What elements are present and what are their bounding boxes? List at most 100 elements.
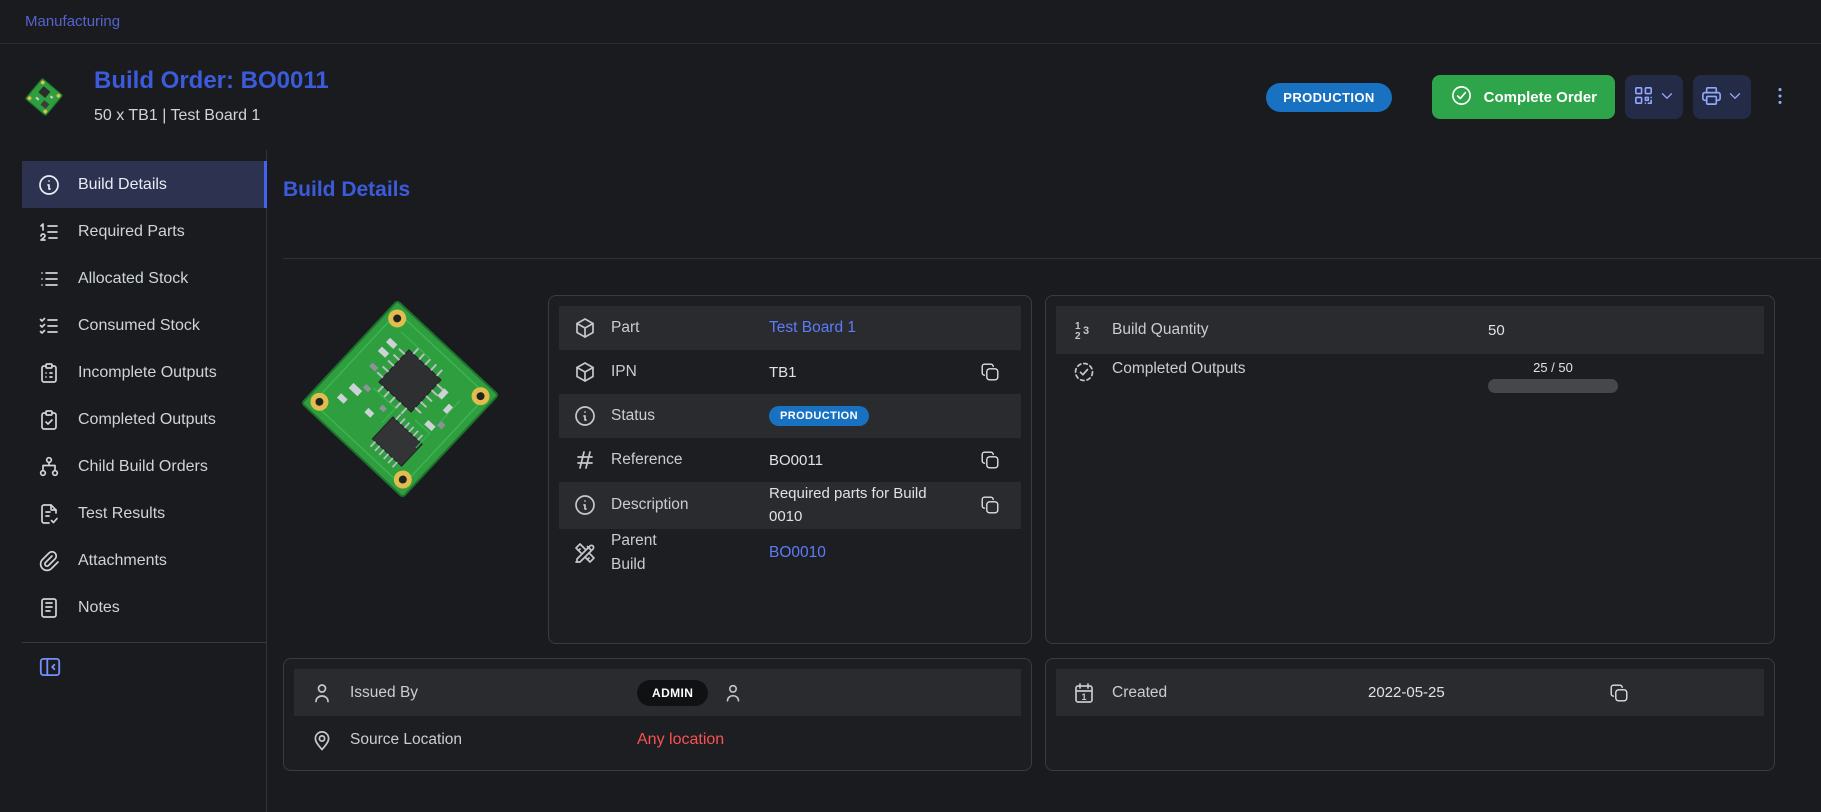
field-label: IPN xyxy=(611,363,769,381)
sidebar-item-consumed-stock[interactable]: Consumed Stock xyxy=(22,302,266,349)
detail-row-parent-build: Parent BuildBO0010 xyxy=(559,529,1021,577)
sidebar-item-label: Completed Outputs xyxy=(78,411,216,429)
sidebar-item-label: Allocated Stock xyxy=(78,270,188,288)
detail-row-ipn: IPNTB1 xyxy=(559,350,1021,394)
breadcrumb: Manufacturing xyxy=(0,0,1821,44)
sidebar-item-label: Required Parts xyxy=(78,223,185,241)
svg-text:3: 3 xyxy=(1083,325,1089,337)
detail-row-reference: ReferenceBO0011 xyxy=(559,438,1021,482)
field-label: Part xyxy=(611,319,769,337)
sidebar-item-attachments[interactable]: Attachments xyxy=(22,537,266,584)
sidebar-item-incomplete-outputs[interactable]: Incomplete Outputs xyxy=(22,349,266,396)
created-table: 1Created2022-05-25 xyxy=(1045,658,1775,771)
field-label: Status xyxy=(611,407,769,425)
clipboard-list-icon xyxy=(37,361,61,385)
info-circle-icon xyxy=(559,493,611,517)
build-stats-table: 123Build Quantity50 Completed Outputs25 /… xyxy=(1045,295,1775,644)
box-icon xyxy=(559,360,611,384)
list-icon xyxy=(37,267,61,291)
detail-row-status: StatusPRODUCTION xyxy=(559,394,1021,438)
user-icon xyxy=(294,681,350,705)
overflow-menu-button[interactable] xyxy=(1765,81,1795,114)
stat-row-build-quantity: 123Build Quantity50 xyxy=(1056,306,1764,354)
sitemap-icon xyxy=(37,455,61,479)
part-thumbnail[interactable] xyxy=(22,72,66,122)
copy-button[interactable] xyxy=(979,494,1001,516)
calendar-icon: 1 xyxy=(1056,681,1112,705)
dots-vertical-icon xyxy=(1769,95,1791,110)
copy-button[interactable] xyxy=(979,449,1001,471)
list-check-icon xyxy=(37,314,61,338)
sidebar-collapse-button[interactable] xyxy=(22,652,76,683)
sidebar-item-label: Test Results xyxy=(78,505,165,523)
sidebar-item-label: Consumed Stock xyxy=(78,317,200,335)
paperclip-icon xyxy=(37,549,61,573)
clipboard-check-icon xyxy=(37,408,61,432)
part-image[interactable] xyxy=(283,295,548,644)
status-badge: PRODUCTION xyxy=(1266,83,1391,112)
field-value: PRODUCTION xyxy=(769,406,979,426)
complete-order-button[interactable]: Complete Order xyxy=(1432,75,1615,119)
sidebar-item-test-results[interactable]: Test Results xyxy=(22,490,266,537)
heading-divider xyxy=(283,258,1821,259)
qr-actions-button[interactable] xyxy=(1625,75,1683,119)
copy-button[interactable] xyxy=(1608,682,1630,704)
issued-row-source-location: Source LocationAny location xyxy=(294,716,1021,763)
list-numbers-icon xyxy=(37,220,61,244)
field-value: Any location xyxy=(637,731,1021,749)
tools-icon xyxy=(559,541,611,565)
sidebar-item-completed-outputs[interactable]: Completed Outputs xyxy=(22,396,266,443)
numbers-123-icon: 123 xyxy=(1056,318,1112,342)
user-icon xyxy=(722,684,744,701)
file-check-icon xyxy=(37,502,61,526)
page-subtitle: 50 x TB1 | Test Board 1 xyxy=(94,107,329,125)
field-value: TB1 xyxy=(769,364,979,381)
sidebar-item-required-parts[interactable]: Required Parts xyxy=(22,208,266,255)
breadcrumb-link-manufacturing[interactable]: Manufacturing xyxy=(25,13,120,30)
field-value: ADMIN xyxy=(637,680,1021,706)
sidebar-item-allocated-stock[interactable]: Allocated Stock xyxy=(22,255,266,302)
field-value: Required parts for Build 0010 xyxy=(769,482,979,529)
print-actions-button[interactable] xyxy=(1693,75,1751,119)
field-label: Parent Build xyxy=(611,529,769,577)
field-value: Test Board 1 xyxy=(769,319,979,337)
field-label: Source Location xyxy=(350,731,637,749)
copy-button[interactable] xyxy=(979,361,1001,383)
progress-label: 25 / 50 xyxy=(1488,360,1618,375)
sidebar-item-label: Incomplete Outputs xyxy=(78,364,217,382)
description-value: Required parts for Build 0010 xyxy=(769,482,931,529)
sidebar-item-child-build-orders[interactable]: Child Build Orders xyxy=(22,443,266,490)
page-title: Build Order: BO0011 xyxy=(94,69,329,93)
panel-heading: Build Details xyxy=(283,178,1821,202)
field-label: Description xyxy=(611,496,769,514)
clock-check-icon xyxy=(1056,360,1112,384)
info-circle-icon xyxy=(559,404,611,428)
owner-badge: ADMIN xyxy=(637,680,708,706)
detail-row-description: DescriptionRequired parts for Build 0010 xyxy=(559,482,1021,529)
field-label: Created xyxy=(1112,684,1368,702)
info-circle-icon xyxy=(37,173,61,197)
sidebar-item-notes[interactable]: Notes xyxy=(22,584,266,631)
field-value: 50 xyxy=(1488,322,1764,339)
sidebar-divider xyxy=(22,642,266,643)
main-content: Build Details xyxy=(267,150,1821,812)
svg-text:2: 2 xyxy=(1075,331,1081,342)
build-order-page: Manufacturing Build Order: BO0011 50 x T… xyxy=(0,0,1821,812)
notes-icon xyxy=(37,596,61,620)
field-label: Reference xyxy=(611,451,769,469)
page-header: Build Order: BO0011 50 x TB1 | Test Boar… xyxy=(0,44,1821,150)
build-details-table: PartTest Board 1IPNTB1StatusPRODUCTIONRe… xyxy=(548,295,1032,644)
issued-row-issued-by: Issued ByADMIN xyxy=(294,669,1021,716)
field-label: Completed Outputs xyxy=(1112,360,1488,378)
progress-bar: 25 / 50 xyxy=(1488,360,1618,393)
map-pin-icon xyxy=(294,728,350,752)
value-link[interactable]: Test Board 1 xyxy=(769,319,856,336)
circle-check-icon xyxy=(1450,84,1473,111)
value-link[interactable]: BO0010 xyxy=(769,544,826,561)
field-value: 25 / 50 xyxy=(1488,360,1764,393)
sidebar-item-build-details[interactable]: Build Details xyxy=(22,161,266,208)
issued-table: Issued ByADMINSource LocationAny locatio… xyxy=(283,658,1032,771)
box-icon xyxy=(559,316,611,340)
sidebar-item-label: Notes xyxy=(78,599,120,617)
detail-row-part: PartTest Board 1 xyxy=(559,306,1021,350)
